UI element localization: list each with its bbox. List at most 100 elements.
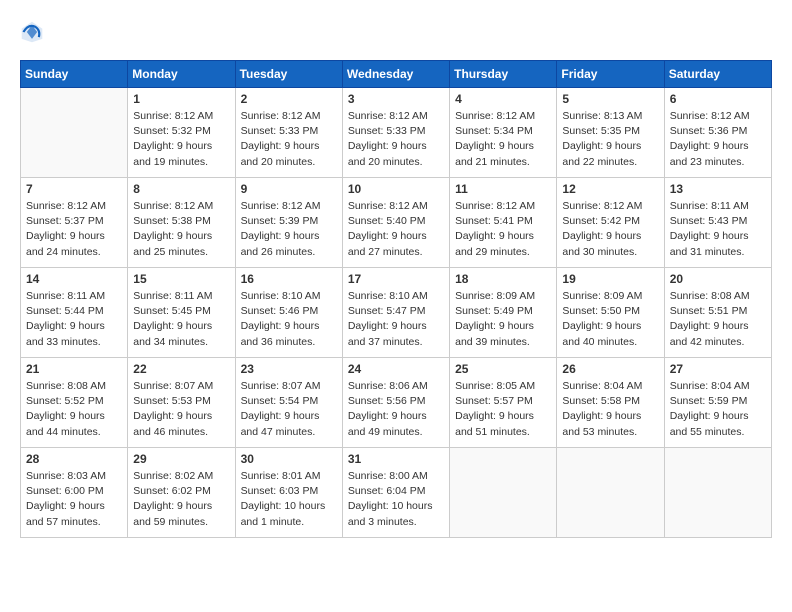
calendar-cell: 19Sunrise: 8:09 AMSunset: 5:50 PMDayligh… [557, 268, 664, 358]
day-number: 6 [670, 92, 766, 106]
calendar-cell: 5Sunrise: 8:13 AMSunset: 5:35 PMDaylight… [557, 88, 664, 178]
calendar-cell: 21 Sunrise: 8:08 AMSunset: 5:52 PMDayligh… [21, 358, 128, 448]
day-number: 1 [133, 92, 229, 106]
calendar-cell: 7Sunrise: 8:12 AMSunset: 5:37 PMDaylight… [21, 178, 128, 268]
day-info: Sunrise: 8:10 AMSunset: 5:47 PMDaylight:… [348, 289, 444, 350]
day-info: Sunrise: 8:09 AMSunset: 5:49 PMDaylight:… [455, 289, 551, 350]
day-info: Sunrise: 8:12 AMSunset: 5:34 PMDaylight:… [455, 109, 551, 170]
calendar-cell: 9 Sunrise: 8:12 AMSunset: 5:39 PMDaylight… [235, 178, 342, 268]
calendar-cell: 12 Sunrise: 8:12 AMSunset: 5:42 PMDayligh… [557, 178, 664, 268]
day-number: 11 [455, 182, 551, 196]
page-header [20, 20, 772, 44]
calendar-cell: 11 Sunrise: 8:12 AMSunset: 5:41 PMDayligh… [450, 178, 557, 268]
day-info: Sunrise: 8:12 AMSunset: 5:38 PMDaylight:… [133, 199, 229, 260]
calendar-cell: 29Sunrise: 8:02 AMSunset: 6:02 PMDayligh… [128, 448, 235, 538]
day-info: Sunrise: 8:08 AMSunset: 5:52 PMDaylight:… [26, 379, 122, 440]
day-number: 29 [133, 452, 229, 466]
calendar-cell: 20Sunrise: 8:08 AMSunset: 5:51 PMDayligh… [664, 268, 771, 358]
calendar-cell: 16 Sunrise: 8:10 AMSunset: 5:46 PMDayligh… [235, 268, 342, 358]
calendar-cell: 26 Sunrise: 8:04 AMSunset: 5:58 PMDayligh… [557, 358, 664, 448]
day-number: 16 [241, 272, 337, 286]
day-info: Sunrise: 8:00 AMSunset: 6:04 PMDaylight:… [348, 469, 444, 530]
day-number: 23 [241, 362, 337, 376]
day-number: 18 [455, 272, 551, 286]
day-info: Sunrise: 8:11 AMSunset: 5:45 PMDaylight:… [133, 289, 229, 350]
calendar-cell: 15 Sunrise: 8:11 AMSunset: 5:45 PMDayligh… [128, 268, 235, 358]
day-number: 24 [348, 362, 444, 376]
day-info: Sunrise: 8:06 AMSunset: 5:56 PMDaylight:… [348, 379, 444, 440]
calendar-cell: 6 Sunrise: 8:12 AMSunset: 5:36 PMDaylight… [664, 88, 771, 178]
calendar-cell [21, 88, 128, 178]
day-number: 20 [670, 272, 766, 286]
day-info: Sunrise: 8:12 AMSunset: 5:32 PMDaylight:… [133, 109, 229, 170]
calendar-week-row: 7Sunrise: 8:12 AMSunset: 5:37 PMDaylight… [21, 178, 772, 268]
day-number: 22 [133, 362, 229, 376]
day-info: Sunrise: 8:12 AMSunset: 5:39 PMDaylight:… [241, 199, 337, 260]
day-number: 3 [348, 92, 444, 106]
day-number: 10 [348, 182, 444, 196]
day-number: 17 [348, 272, 444, 286]
weekday-header-sunday: Sunday [21, 61, 128, 88]
weekday-header-thursday: Thursday [450, 61, 557, 88]
day-number: 25 [455, 362, 551, 376]
calendar-cell: 14 Sunrise: 8:11 AMSunset: 5:44 PMDayligh… [21, 268, 128, 358]
day-number: 30 [241, 452, 337, 466]
calendar-cell: 25 Sunrise: 8:05 AMSunset: 5:57 PMDayligh… [450, 358, 557, 448]
logo [20, 20, 48, 44]
calendar-cell: 4 Sunrise: 8:12 AMSunset: 5:34 PMDaylight… [450, 88, 557, 178]
calendar-cell [664, 448, 771, 538]
day-info: Sunrise: 8:03 AMSunset: 6:00 PMDaylight:… [26, 469, 122, 530]
calendar-cell: 18 Sunrise: 8:09 AMSunset: 5:49 PMDayligh… [450, 268, 557, 358]
calendar-cell: 1 Sunrise: 8:12 AMSunset: 5:32 PMDaylight… [128, 88, 235, 178]
calendar-cell: 22 Sunrise: 8:07 AMSunset: 5:53 PMDayligh… [128, 358, 235, 448]
day-number: 14 [26, 272, 122, 286]
calendar-week-row: 1 Sunrise: 8:12 AMSunset: 5:32 PMDaylight… [21, 88, 772, 178]
day-number: 8 [133, 182, 229, 196]
day-info: Sunrise: 8:12 AMSunset: 5:33 PMDaylight:… [241, 109, 337, 170]
weekday-header-wednesday: Wednesday [342, 61, 449, 88]
day-info: Sunrise: 8:04 AMSunset: 5:59 PMDaylight:… [670, 379, 766, 440]
calendar-cell: 8 Sunrise: 8:12 AMSunset: 5:38 PMDaylight… [128, 178, 235, 268]
weekday-header-friday: Friday [557, 61, 664, 88]
calendar-cell: 30 Sunrise: 8:01 AMSunset: 6:03 PMDayligh… [235, 448, 342, 538]
day-info: Sunrise: 8:11 AMSunset: 5:44 PMDaylight:… [26, 289, 122, 350]
day-info: Sunrise: 8:05 AMSunset: 5:57 PMDaylight:… [455, 379, 551, 440]
calendar-cell: 27 Sunrise: 8:04 AMSunset: 5:59 PMDayligh… [664, 358, 771, 448]
day-number: 21 [26, 362, 122, 376]
day-info: Sunrise: 8:10 AMSunset: 5:46 PMDaylight:… [241, 289, 337, 350]
calendar-week-row: 28 Sunrise: 8:03 AMSunset: 6:00 PMDayligh… [21, 448, 772, 538]
day-info: Sunrise: 8:07 AMSunset: 5:54 PMDaylight:… [241, 379, 337, 440]
day-number: 4 [455, 92, 551, 106]
calendar-cell: 23 Sunrise: 8:07 AMSunset: 5:54 PMDayligh… [235, 358, 342, 448]
day-number: 19 [562, 272, 658, 286]
day-number: 12 [562, 182, 658, 196]
calendar-table: SundayMondayTuesdayWednesdayThursdayFrid… [20, 60, 772, 538]
calendar-cell: 28 Sunrise: 8:03 AMSunset: 6:00 PMDayligh… [21, 448, 128, 538]
calendar-cell: 31 Sunrise: 8:00 AMSunset: 6:04 PMDayligh… [342, 448, 449, 538]
day-info: Sunrise: 8:12 AMSunset: 5:42 PMDaylight:… [562, 199, 658, 260]
day-number: 28 [26, 452, 122, 466]
day-number: 26 [562, 362, 658, 376]
day-info: Sunrise: 8:11 AMSunset: 5:43 PMDaylight:… [670, 199, 766, 260]
calendar-cell: 3Sunrise: 8:12 AMSunset: 5:33 PMDaylight… [342, 88, 449, 178]
day-number: 9 [241, 182, 337, 196]
day-info: Sunrise: 8:13 AMSunset: 5:35 PMDaylight:… [562, 109, 658, 170]
calendar-cell: 2 Sunrise: 8:12 AMSunset: 5:33 PMDaylight… [235, 88, 342, 178]
day-info: Sunrise: 8:01 AMSunset: 6:03 PMDaylight:… [241, 469, 337, 530]
day-info: Sunrise: 8:12 AMSunset: 5:41 PMDaylight:… [455, 199, 551, 260]
calendar-week-row: 14 Sunrise: 8:11 AMSunset: 5:44 PMDayligh… [21, 268, 772, 358]
weekday-header-saturday: Saturday [664, 61, 771, 88]
calendar-week-row: 21 Sunrise: 8:08 AMSunset: 5:52 PMDayligh… [21, 358, 772, 448]
day-number: 2 [241, 92, 337, 106]
day-info: Sunrise: 8:07 AMSunset: 5:53 PMDaylight:… [133, 379, 229, 440]
day-info: Sunrise: 8:12 AMSunset: 5:36 PMDaylight:… [670, 109, 766, 170]
calendar-cell: 24 Sunrise: 8:06 AMSunset: 5:56 PMDayligh… [342, 358, 449, 448]
day-number: 31 [348, 452, 444, 466]
day-info: Sunrise: 8:12 AMSunset: 5:37 PMDaylight:… [26, 199, 122, 260]
logo-icon [20, 20, 44, 44]
calendar-cell: 17 Sunrise: 8:10 AMSunset: 5:47 PMDayligh… [342, 268, 449, 358]
day-number: 27 [670, 362, 766, 376]
day-info: Sunrise: 8:04 AMSunset: 5:58 PMDaylight:… [562, 379, 658, 440]
day-number: 15 [133, 272, 229, 286]
calendar-cell [557, 448, 664, 538]
